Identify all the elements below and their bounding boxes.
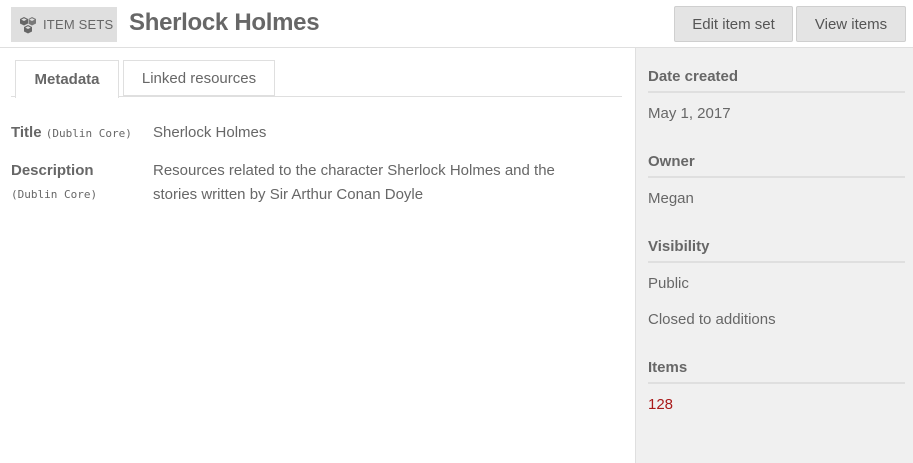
items-heading: Items (648, 359, 905, 384)
property-label: Description (Dublin Core) (11, 159, 146, 207)
property-value: Resources related to the character Sherl… (153, 162, 555, 203)
edit-item-set-button[interactable]: Edit item set (674, 6, 793, 42)
tab-bar: Metadata Linked resources (11, 60, 622, 98)
property-name: Description (11, 162, 94, 179)
items-count-link[interactable]: 128 (648, 396, 673, 413)
vocabulary-label: (Dublin Core) (45, 127, 132, 140)
view-items-button[interactable]: View items (796, 6, 906, 42)
date-created-value: May 1, 2017 (648, 105, 731, 122)
section-badge: ITEM SETS (11, 7, 117, 42)
owner-heading: Owner (648, 153, 905, 178)
main-content: Metadata Linked resources Title (Dublin … (0, 48, 635, 463)
additions-status: Closed to additions (648, 311, 776, 328)
visibility-heading: Visibility (648, 238, 905, 263)
date-created-heading: Date created (648, 68, 905, 93)
section-label: ITEM SETS (43, 17, 114, 32)
property-description: Description (Dublin Core) Resources rela… (11, 159, 623, 209)
vocabulary-label: (Dublin Core) (11, 188, 98, 201)
property-value: Sherlock Holmes (153, 124, 267, 141)
page-header: ITEM SETS Sherlock Holmes Edit item set … (0, 0, 913, 48)
tab-linked-resources[interactable]: Linked resources (123, 60, 275, 96)
property-label: Title (Dublin Core) (11, 121, 146, 146)
owner-value: Megan (648, 190, 694, 207)
item-sets-icon (18, 16, 38, 34)
page-title: Sherlock Holmes (129, 9, 320, 36)
property-name: Title (11, 124, 42, 141)
sidebar: Date created May 1, 2017 Owner Megan Vis… (635, 48, 913, 463)
visibility-value: Public (648, 275, 689, 292)
tab-metadata[interactable]: Metadata (15, 60, 119, 98)
property-title: Title (Dublin Core) Sherlock Holmes (11, 121, 623, 151)
